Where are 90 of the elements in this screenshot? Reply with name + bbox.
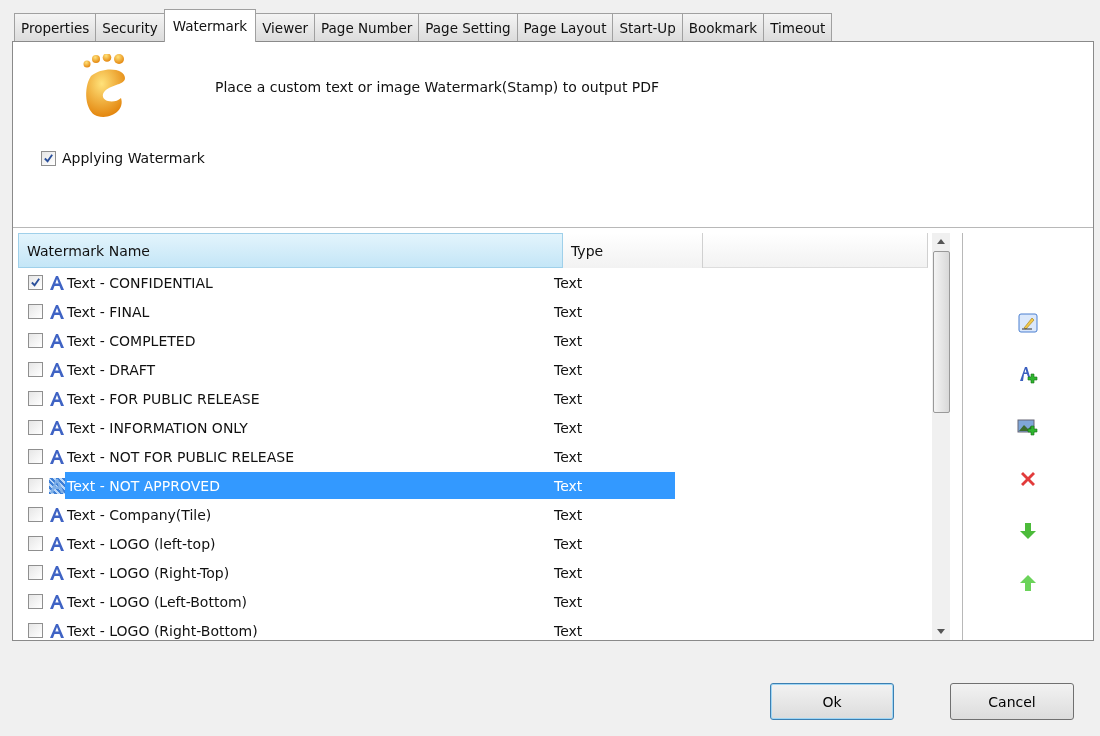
name-cell-text: Text - LOGO (Right-Bottom) (67, 622, 259, 639)
tab[interactable]: Timeout (763, 13, 833, 41)
letter-a-icon (49, 593, 65, 610)
letter-a-icon (49, 274, 65, 291)
tab[interactable]: Viewer (255, 13, 316, 41)
checkbox[interactable] (28, 275, 43, 290)
add-image-icon[interactable] (1017, 417, 1039, 437)
letter-a-icon (49, 390, 65, 407)
list-row[interactable]: Text - LOGO (Right-Top) Text (65, 559, 675, 586)
checkbox[interactable] (28, 333, 43, 348)
checkbox[interactable] (28, 565, 43, 580)
checkbox[interactable] (28, 623, 43, 638)
type-cell: Text (554, 274, 583, 291)
add-text-icon[interactable] (1018, 365, 1038, 385)
letter-a-icon (49, 361, 65, 378)
name-cell-text: Text - LOGO (left-top) (67, 535, 217, 552)
name-cell-text: Text - INFORMATION ONLY (67, 419, 249, 436)
type-cell: Text (554, 477, 583, 494)
list-row[interactable]: Text - FINAL Text (65, 298, 675, 325)
type-cell: Text (554, 506, 583, 523)
checkbox[interactable] (28, 449, 43, 464)
column-header[interactable]: Watermark Name (18, 233, 563, 268)
type-cell: Text (554, 622, 583, 639)
list-row[interactable]: Text - Company(Tile) Text (65, 501, 675, 528)
list-row[interactable]: Text - INFORMATION ONLY Text (65, 414, 675, 441)
checkbox[interactable] (28, 420, 43, 435)
tab[interactable]: Bookmark (681, 13, 765, 41)
type-cell: Text (554, 535, 583, 552)
name-cell-text: Text - FINAL (67, 303, 151, 320)
checkmark-icon (43, 152, 54, 164)
tab[interactable]: Watermark (163, 9, 257, 42)
list-row[interactable]: Text - COMPLETED Text (65, 327, 675, 354)
tab[interactable]: Properties (14, 13, 97, 41)
letter-a-icon (49, 419, 65, 436)
list-row[interactable]: Text - CONFIDENTIAL Text (65, 269, 675, 296)
checkbox[interactable] (28, 478, 43, 493)
list-row[interactable]: Text - DRAFT Text (65, 356, 675, 383)
name-cell-text: Text - LOGO (Right-Top) (67, 564, 231, 581)
letter-a-icon (49, 506, 65, 523)
letter-a-icon (49, 448, 65, 465)
list-row[interactable]: Text - LOGO (left-top) Text (65, 530, 675, 557)
column-header[interactable]: Type (563, 233, 703, 268)
tab[interactable]: Start-Up (612, 13, 683, 41)
list-row[interactable]: Text - LOGO (Left-Bottom) Text (65, 588, 675, 615)
checkbox[interactable] (28, 536, 43, 551)
type-cell: Text (554, 448, 583, 465)
cancel-button[interactable]: Cancel (950, 683, 1074, 720)
name-cell-text: Text - CONFIDENTIAL (67, 274, 214, 291)
type-cell: Text (554, 303, 583, 320)
type-cell: Text (554, 332, 583, 349)
letter-a-icon (49, 303, 65, 320)
move-up-icon[interactable] (1018, 573, 1038, 593)
edit-icon[interactable] (1018, 313, 1038, 333)
type-cell: Text (554, 564, 583, 581)
letter-a-icon (49, 564, 65, 581)
tab[interactable]: Page Layout (516, 13, 614, 41)
list-row[interactable]: Text - LOGO (Right-Bottom) Text (65, 617, 675, 640)
letter-a-icon (49, 477, 65, 494)
tab[interactable]: Security (95, 13, 165, 41)
letter-a-icon (49, 622, 65, 639)
name-cell-text: Text - LOGO (Left-Bottom) (67, 593, 249, 610)
name-cell-text: Text - NOT APPROVED (67, 477, 221, 494)
checkbox[interactable] (28, 507, 43, 522)
checkbox[interactable] (28, 362, 43, 377)
type-cell: Text (554, 419, 583, 436)
list-row[interactable]: Text - NOT FOR PUBLIC RELEASE Text (65, 443, 675, 470)
checkbox[interactable] (28, 304, 43, 319)
name-cell-text: Text - Company(Tile) (67, 506, 213, 523)
name-cell-text: Text - DRAFT (67, 361, 157, 378)
tab[interactable]: Page Number (314, 13, 420, 41)
checkbox[interactable] (28, 594, 43, 609)
scroll-down-icon[interactable] (937, 629, 945, 634)
letter-a-icon (49, 332, 65, 349)
move-down-icon[interactable] (1018, 521, 1038, 541)
letter-a-icon (49, 535, 65, 552)
tab[interactable]: Page Setting (418, 13, 518, 41)
applying-watermark-checkbox[interactable]: Applying Watermark (41, 150, 205, 166)
scroll-up-icon[interactable] (937, 239, 945, 244)
checkbox[interactable] (28, 391, 43, 406)
type-cell: Text (554, 390, 583, 407)
scrollbar[interactable] (932, 233, 950, 640)
name-cell-text: Text - NOT FOR PUBLIC RELEASE (67, 448, 295, 465)
checkmark-icon (30, 277, 41, 288)
type-cell: Text (554, 361, 583, 378)
name-cell-text: Text - COMPLETED (67, 332, 197, 349)
type-cell: Text (554, 593, 583, 610)
ok-button[interactable]: Ok (770, 683, 894, 720)
description-text: Place a custom text or image Watermark(Stamp) to output PDF (215, 79, 660, 95)
list-row[interactable]: Text - FOR PUBLIC RELEASE Text (65, 385, 675, 412)
name-cell-text: Text - FOR PUBLIC RELEASE (67, 390, 261, 407)
